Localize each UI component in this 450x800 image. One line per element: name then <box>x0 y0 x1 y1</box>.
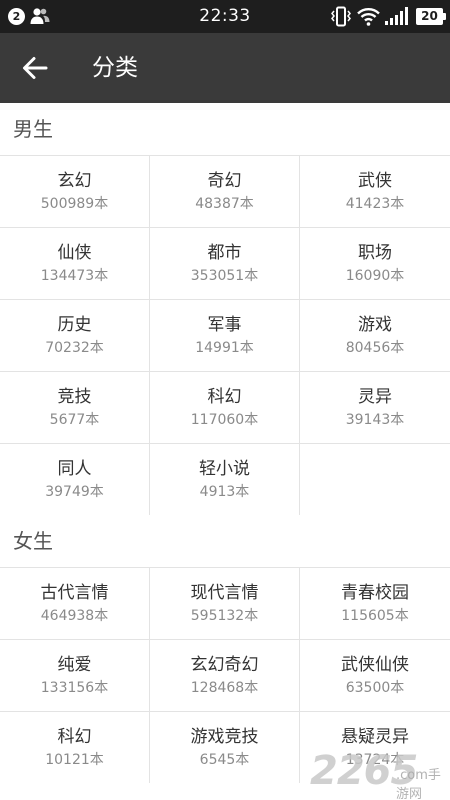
status-bar: 2 22:33 20 <box>0 0 450 33</box>
page-title: 分类 <box>92 55 138 81</box>
category-name: 灵异 <box>358 386 392 407</box>
category-count: 48387本 <box>195 195 254 212</box>
category-cell[interactable]: 同人 39749本 <box>0 443 150 515</box>
category-name: 游戏 <box>358 314 392 335</box>
category-cell[interactable]: 科幻 10121本 <box>0 711 150 783</box>
category-cell[interactable]: 玄幻奇幻 128468本 <box>150 639 300 711</box>
category-cell[interactable]: 武侠 41423本 <box>300 155 450 227</box>
arrow-left-icon <box>23 57 48 79</box>
category-name: 古代言情 <box>40 582 109 603</box>
site-watermark: 2265 .com手游网 <box>300 748 450 800</box>
category-count: 353051本 <box>190 267 259 284</box>
empty-cell <box>300 443 450 515</box>
category-count: 500989本 <box>40 195 109 212</box>
category-count: 16090本 <box>345 267 405 284</box>
watermark-logo-text: .com手游网 <box>396 768 441 800</box>
category-cell[interactable]: 武侠仙侠 63500本 <box>300 639 450 711</box>
category-cell[interactable]: 青春校园 115605本 <box>300 567 450 639</box>
category-count: 464938本 <box>40 607 109 624</box>
category-name: 武侠 <box>358 170 392 191</box>
category-name: 都市 <box>207 242 242 263</box>
category-cell[interactable]: 科幻 117060本 <box>150 371 300 443</box>
category-count: 134473本 <box>40 267 109 284</box>
signal-icon <box>385 7 408 25</box>
category-cell[interactable]: 仙侠 134473本 <box>0 227 150 299</box>
category-name: 现代言情 <box>190 582 259 603</box>
category-cell[interactable]: 竞技 5677本 <box>0 371 150 443</box>
category-name: 武侠仙侠 <box>341 654 409 675</box>
category-list: 男生 玄幻 500989本 奇幻 48387本 武侠 41423本 仙侠 134473本… <box>0 103 450 800</box>
category-name: 仙侠 <box>57 242 92 263</box>
category-count: 39143本 <box>345 411 405 428</box>
category-cell[interactable]: 奇幻 48387本 <box>150 155 300 227</box>
category-count: 115605本 <box>341 607 409 624</box>
status-time: 22:33 <box>199 6 251 26</box>
category-name: 纯爱 <box>57 654 92 675</box>
category-cell[interactable]: 游戏竞技 6545本 <box>150 711 300 783</box>
category-name: 军事 <box>207 314 242 335</box>
section-header-male: 男生 <box>13 117 53 141</box>
category-count: 14991本 <box>195 339 254 356</box>
category-count: 41423本 <box>345 195 405 212</box>
app-bar: 分类 <box>0 33 450 103</box>
category-count: 39749本 <box>45 483 104 500</box>
category-cell[interactable]: 纯爱 133156本 <box>0 639 150 711</box>
category-name: 悬疑灵异 <box>341 726 409 747</box>
category-name: 玄幻奇幻 <box>190 654 259 675</box>
category-count: 117060本 <box>190 411 259 428</box>
category-name: 科幻 <box>207 386 242 407</box>
category-name: 玄幻 <box>57 170 92 191</box>
category-cell[interactable]: 玄幻 500989本 <box>0 155 150 227</box>
category-count: 4913本 <box>199 483 250 500</box>
category-count: 63500本 <box>345 679 405 696</box>
category-cell[interactable]: 军事 14991本 <box>150 299 300 371</box>
category-name: 科幻 <box>57 726 92 747</box>
vibrate-icon <box>331 6 351 27</box>
category-cell[interactable]: 历史 70232本 <box>0 299 150 371</box>
category-name: 职场 <box>358 242 392 263</box>
category-name: 奇幻 <box>207 170 242 191</box>
category-cell[interactable]: 轻小说 4913本 <box>150 443 300 515</box>
category-cell[interactable]: 古代言情 464938本 <box>0 567 150 639</box>
category-cell[interactable]: 灵异 39143本 <box>300 371 450 443</box>
category-name: 游戏竞技 <box>190 726 259 747</box>
category-count: 6545本 <box>199 751 250 768</box>
category-count: 5677本 <box>49 411 100 428</box>
category-count: 70232本 <box>45 339 104 356</box>
battery-level: 20 <box>416 8 446 25</box>
category-name: 轻小说 <box>199 458 250 479</box>
category-count: 133156本 <box>40 679 109 696</box>
category-cell[interactable]: 现代言情 595132本 <box>150 567 300 639</box>
category-count: 80456本 <box>345 339 405 356</box>
category-name: 青春校园 <box>341 582 409 603</box>
category-cell[interactable]: 游戏 80456本 <box>300 299 450 371</box>
category-count: 128468本 <box>190 679 259 696</box>
wifi-icon <box>357 8 380 26</box>
category-grid-male: 玄幻 500989本 奇幻 48387本 武侠 41423本 仙侠 134473本 都市… <box>0 155 450 515</box>
category-cell[interactable]: 职场 16090本 <box>300 227 450 299</box>
section-header-female: 女生 <box>13 529 53 553</box>
category-name: 同人 <box>57 458 92 479</box>
category-count: 595132本 <box>190 607 259 624</box>
category-name: 竞技 <box>57 386 92 407</box>
category-count: 10121本 <box>45 751 104 768</box>
category-cell[interactable]: 都市 353051本 <box>150 227 300 299</box>
back-button[interactable] <box>10 46 60 90</box>
category-name: 历史 <box>57 314 92 335</box>
